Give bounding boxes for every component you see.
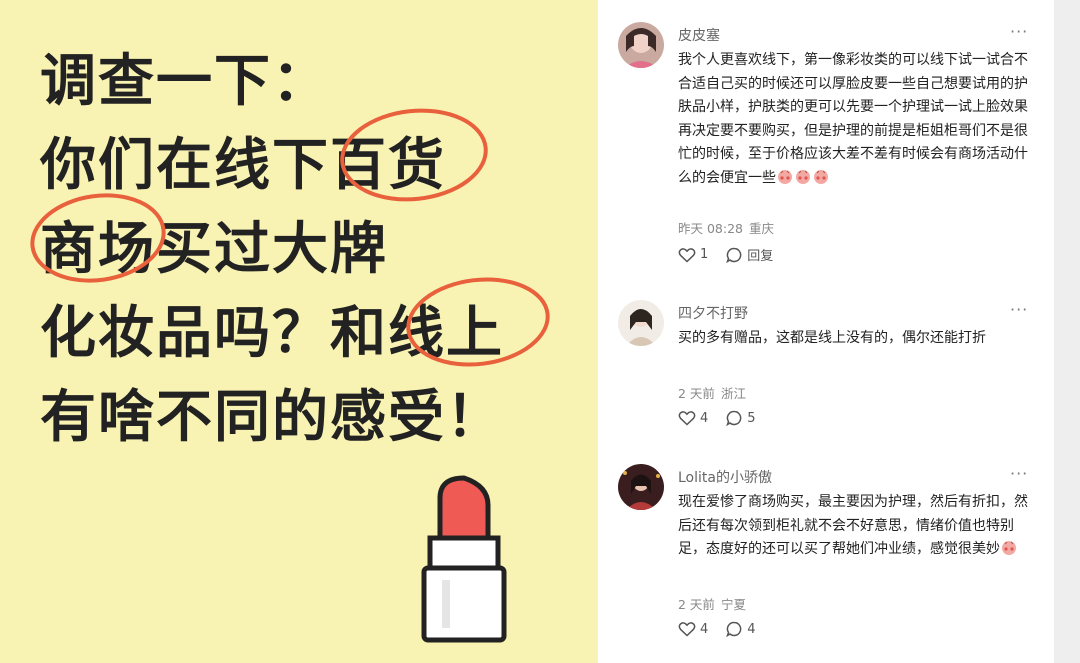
poster-title: 调查一下： 你们在线下百货 商场买过大牌 化妆品吗？和线上 有啥不同的感受！ [40, 40, 580, 460]
username[interactable]: Lolita的小骄傲 [678, 467, 772, 487]
comment-actions: 4 4 [678, 621, 756, 637]
more-dots-icon[interactable]: ··· [1010, 464, 1028, 483]
poster-line-3: 商场买过大牌 [40, 217, 388, 282]
reply-count: 4 [747, 621, 756, 637]
blush-emoji-icon [1002, 541, 1016, 555]
comment-time: 2 天前 [678, 597, 715, 612]
reply-button[interactable]: 4 [726, 621, 756, 637]
comment-item: Lolita的小骄傲 ··· 现在爱惨了商场购买，最主要因为护理，然后有折扣，然… [598, 0, 1054, 663]
avatar[interactable] [618, 464, 664, 510]
comment-text: 现在爱惨了商场购买，最主要因为护理，然后有折扣，然后还有每次领到柜礼就不会不好意… [678, 491, 1028, 562]
like-count: 4 [700, 621, 709, 637]
like-button[interactable]: 4 [678, 621, 708, 637]
comment-location: 宁夏 [720, 597, 746, 612]
comment-meta: 2 天前 宁夏 [678, 594, 746, 613]
poster-line-2: 你们在线下百货 [40, 133, 446, 198]
right-gutter [1054, 0, 1080, 663]
survey-poster: 调查一下： 你们在线下百货 商场买过大牌 化妆品吗？和线上 有啥不同的感受！ [0, 0, 598, 663]
comment-body: 现在爱惨了商场购买，最主要因为护理，然后有折扣，然后还有每次领到柜礼就不会不好意… [678, 494, 1028, 557]
comment-bubble-icon [726, 621, 742, 637]
heart-icon [678, 622, 696, 637]
poster-line-1: 调查一下： [40, 49, 330, 114]
poster-line-4: 化妆品吗？和线上 [40, 301, 504, 366]
comments-panel: 皮皮塞 ··· 我个人更喜欢线下，第一像彩妆类的可以线下试一试合不合适自己买的时… [598, 0, 1054, 663]
lipstick-icon [421, 475, 507, 643]
poster-line-5: 有啥不同的感受！ [40, 385, 504, 450]
